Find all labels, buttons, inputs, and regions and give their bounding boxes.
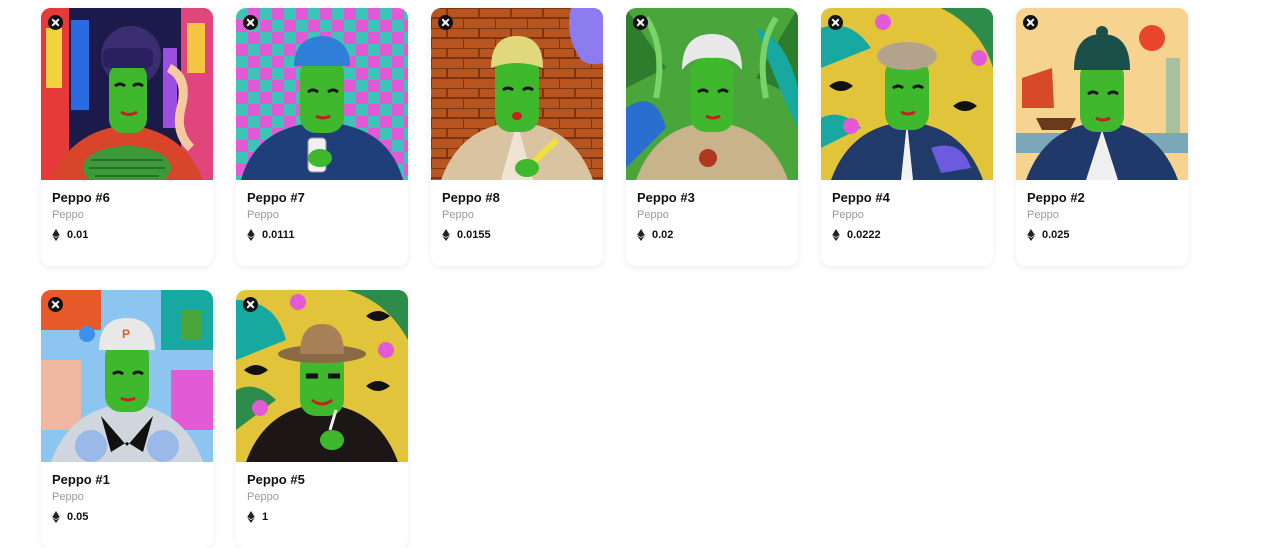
- collection-name: Peppo: [1027, 209, 1059, 221]
- ethereum-icon: [637, 229, 645, 241]
- nft-image[interactable]: [236, 8, 408, 180]
- ethereum-icon: [832, 229, 840, 241]
- price-value: 0.025: [1042, 229, 1070, 241]
- price-value: 1: [262, 511, 269, 523]
- nft-name: Peppo #1: [52, 472, 110, 487]
- chain-badge-icon: [48, 297, 63, 312]
- nft-image[interactable]: [821, 8, 993, 180]
- nft-image[interactable]: [41, 8, 213, 180]
- ethereum-icon: [247, 229, 255, 241]
- nft-card[interactable]: Peppo #6 Peppo 0.01: [41, 8, 213, 266]
- chain-badge-icon: [633, 15, 648, 30]
- nft-image[interactable]: [431, 8, 603, 180]
- price-value: 0.05: [67, 511, 89, 523]
- nft-image[interactable]: P: [41, 290, 213, 462]
- nft-name: Peppo #6: [52, 190, 110, 205]
- price-row: 0.0111: [247, 228, 397, 242]
- collection-name: Peppo: [52, 491, 84, 503]
- svg-text:P: P: [122, 327, 130, 341]
- nft-name: Peppo #4: [832, 190, 890, 205]
- collection-name: Peppo: [247, 491, 279, 503]
- ethereum-icon: [52, 511, 60, 523]
- price-value: 0.01: [67, 229, 89, 241]
- nft-name: Peppo #3: [637, 190, 695, 205]
- chain-badge-icon: [243, 297, 258, 312]
- nft-card[interactable]: P Peppo #1 Peppo 0.05: [41, 290, 213, 548]
- price-row: 0.01: [52, 228, 202, 242]
- chain-badge-icon: [438, 15, 453, 30]
- chain-badge-icon: [243, 15, 258, 30]
- ethereum-icon: [1027, 229, 1035, 241]
- price-value: 0.02: [652, 229, 674, 241]
- price-row: 0.0222: [832, 228, 982, 242]
- nft-card[interactable]: Peppo #7 Peppo 0.0111: [236, 8, 408, 266]
- nft-card[interactable]: Peppo #3 Peppo 0.02: [626, 8, 798, 266]
- nft-image[interactable]: [236, 290, 408, 462]
- nft-image[interactable]: [626, 8, 798, 180]
- collection-name: Peppo: [247, 209, 279, 221]
- chain-badge-icon: [48, 15, 63, 30]
- collection-name: Peppo: [442, 209, 474, 221]
- ethereum-icon: [52, 229, 60, 241]
- ethereum-icon: [442, 229, 450, 241]
- price-row: 0.0155: [442, 228, 592, 242]
- price-row: 0.02: [637, 228, 787, 242]
- nft-card[interactable]: Peppo #4 Peppo 0.0222: [821, 8, 993, 266]
- collection-name: Peppo: [637, 209, 669, 221]
- nft-card[interactable]: Peppo #2 Peppo 0.025: [1016, 8, 1188, 266]
- price-row: 1: [247, 510, 397, 524]
- price-value: 0.0111: [262, 229, 295, 241]
- nft-name: Peppo #8: [442, 190, 500, 205]
- nft-name: Peppo #5: [247, 472, 305, 487]
- collection-name: Peppo: [52, 209, 84, 221]
- price-row: 0.05: [52, 510, 202, 524]
- nft-name: Peppo #2: [1027, 190, 1085, 205]
- ethereum-icon: [247, 511, 255, 523]
- price-value: 0.0155: [457, 229, 491, 241]
- chain-badge-icon: [1023, 15, 1038, 30]
- price-row: 0.025: [1027, 228, 1177, 242]
- nft-image[interactable]: [1016, 8, 1188, 180]
- nft-name: Peppo #7: [247, 190, 305, 205]
- price-value: 0.0222: [847, 229, 881, 241]
- chain-badge-icon: [828, 15, 843, 30]
- nft-card[interactable]: Peppo #8 Peppo 0.0155: [431, 8, 603, 266]
- nft-card[interactable]: Peppo #5 Peppo 1: [236, 290, 408, 548]
- collection-name: Peppo: [832, 209, 864, 221]
